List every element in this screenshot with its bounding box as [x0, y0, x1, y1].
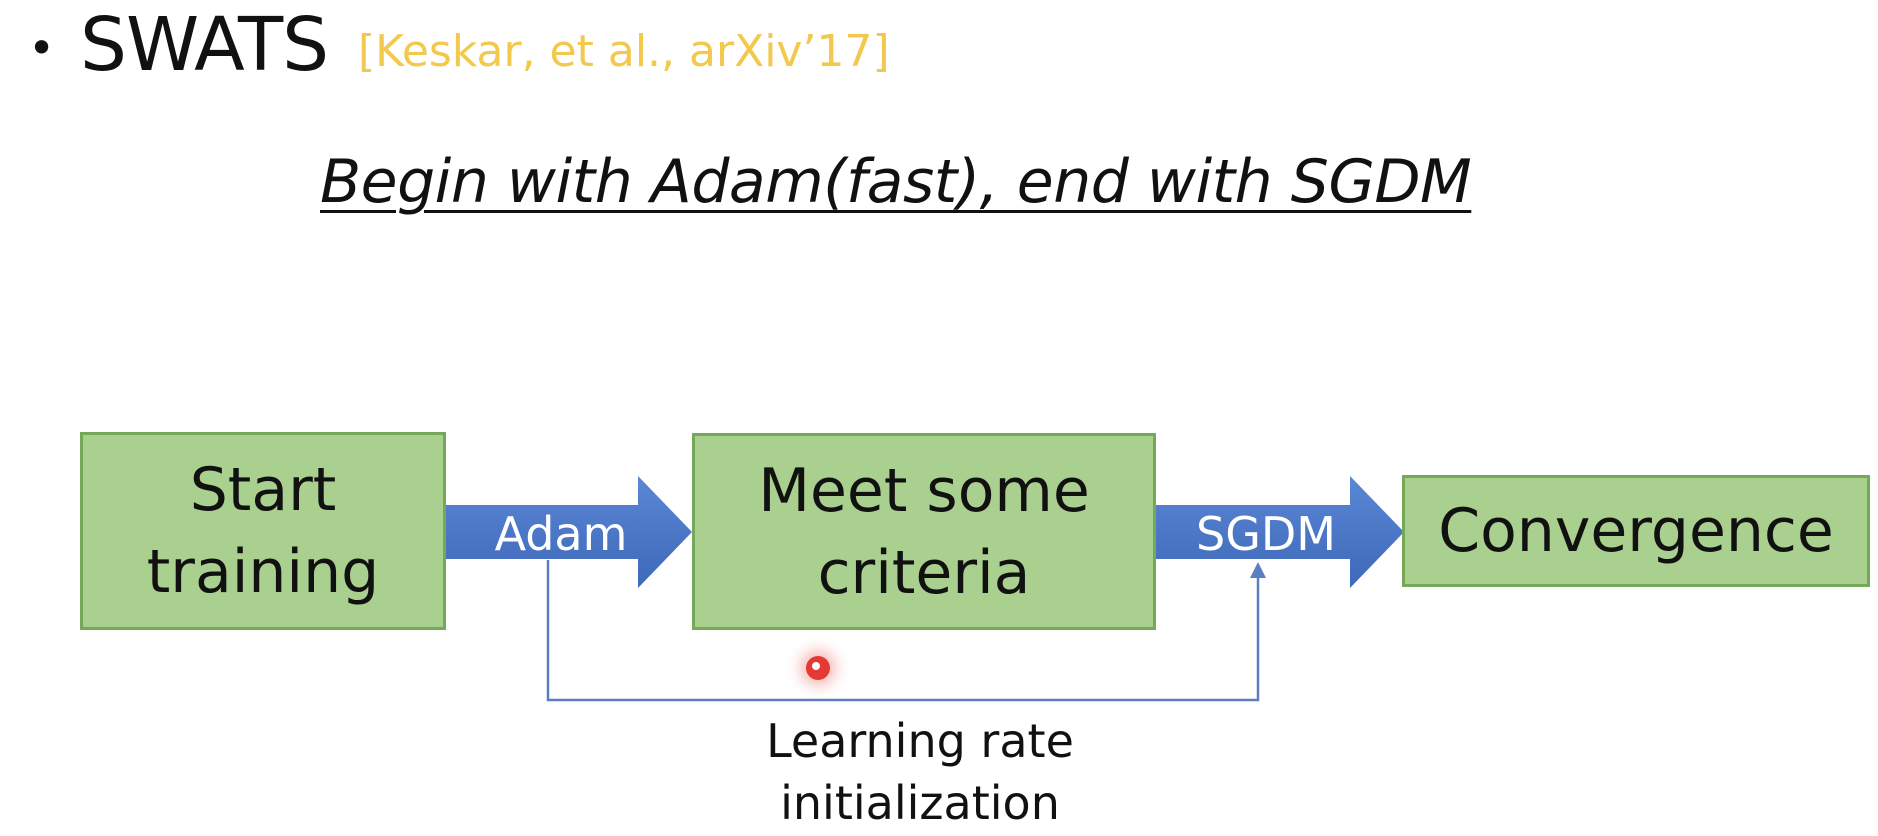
feedback-label: Learning rate initialization: [700, 710, 1140, 834]
feedback-arrowhead: [1250, 562, 1266, 578]
laser-pointer-icon: [806, 656, 830, 680]
node-start-line-2: training: [146, 537, 380, 607]
feedback-label-line-1: Learning rate: [766, 714, 1074, 768]
node-start-training: Start training: [80, 432, 446, 630]
edge-label-adam: Adam: [494, 507, 628, 561]
node-meet-criteria: Meet some criteria: [692, 433, 1156, 630]
node-convergence: Convergence: [1402, 475, 1870, 587]
edge-label-sgdm: SGDM: [1196, 507, 1336, 561]
feedback-label-line-2: initialization: [780, 776, 1060, 830]
node-start-line-1: Start: [189, 455, 337, 525]
node-criteria-line-2: criteria: [817, 537, 1031, 608]
node-criteria-line-1: Meet some: [758, 455, 1090, 526]
node-convergence-label: Convergence: [1438, 496, 1834, 566]
